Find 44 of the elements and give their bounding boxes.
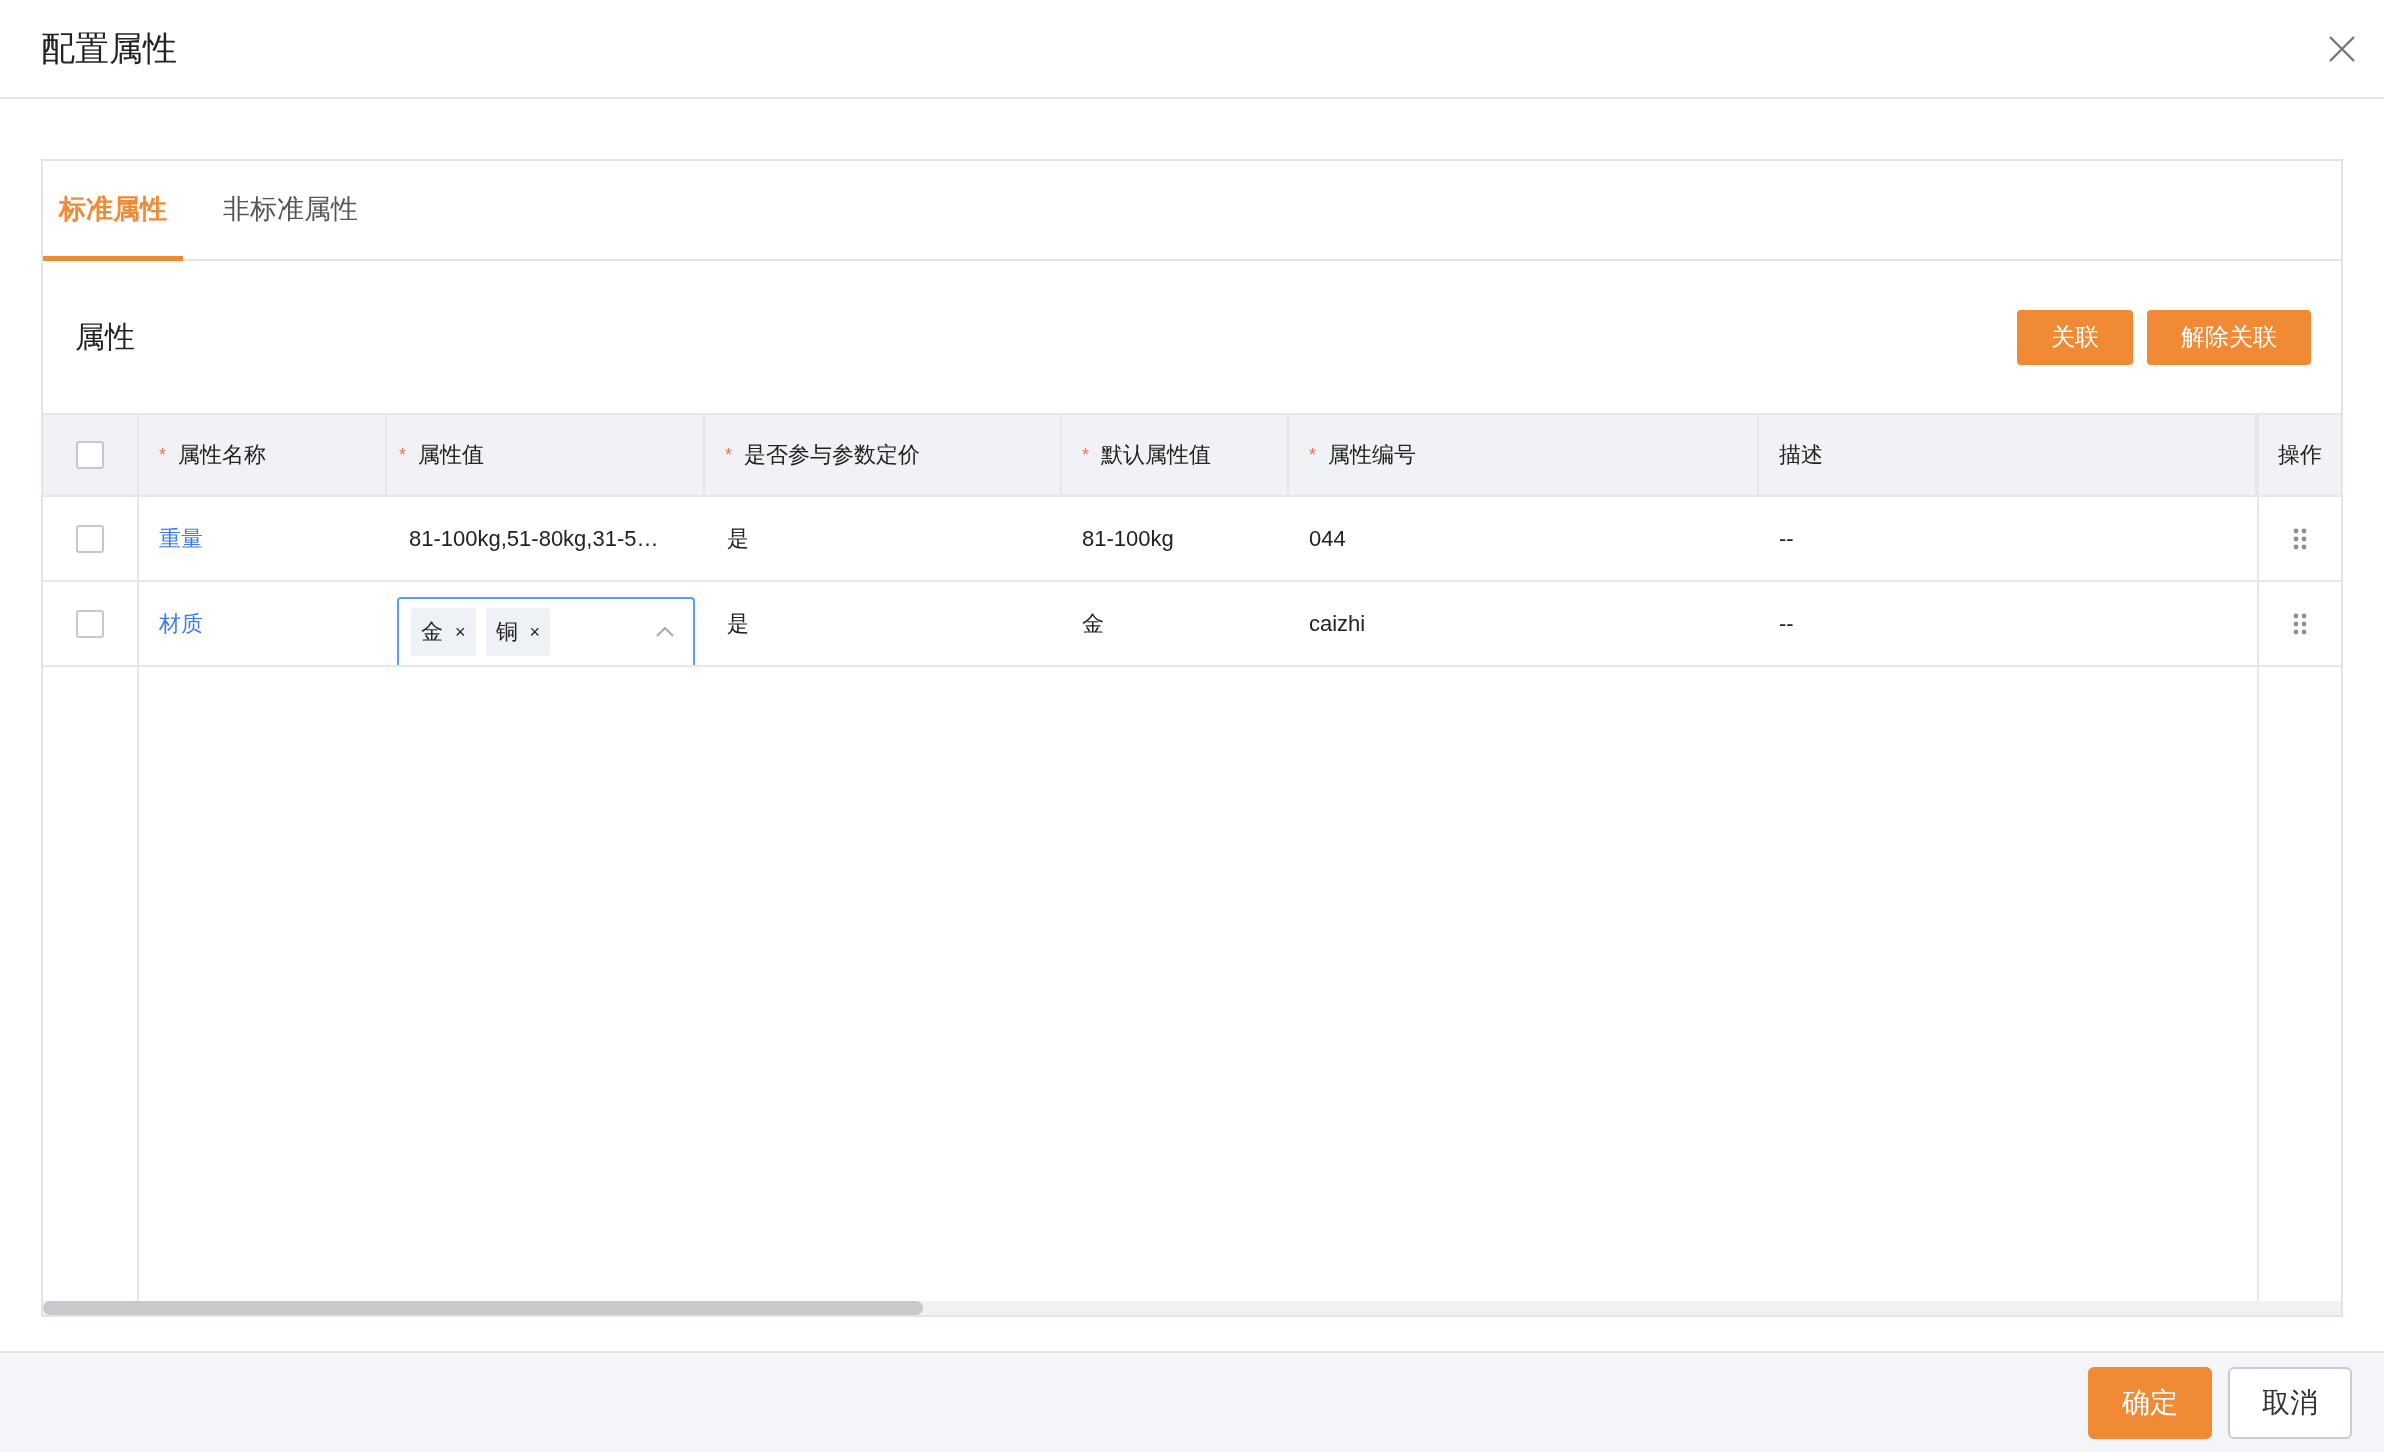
column-header: 是否参与参数定价 [744,441,920,469]
checkbox[interactable] [76,524,104,553]
table-cell-text: 81-100kg,51-80kg,31-5… [408,525,659,552]
section-title: 属性 [75,318,135,355]
column-header: 默认属性值 [1101,441,1211,469]
remove-tag-button[interactable]: × [455,621,466,643]
drag-handle-icon[interactable] [2293,527,2307,550]
column-header: 属性编号 [1328,441,1416,469]
table-cell-text: 是 [727,524,749,553]
column-header: 属性值 [418,441,484,469]
checkbox[interactable] [76,609,104,638]
required-mark: * [725,444,732,466]
column-header: 描述 [1779,441,1823,469]
table-cell: -- [1779,525,1794,552]
dialog-title: 配置属性 [41,27,177,69]
action-button[interactable]: 解除关联 [2147,309,2311,365]
table-cell: 81-100kg [1082,525,1174,552]
value-tag: 金 × [411,608,476,656]
value-tag: 铜 × [485,608,551,656]
tab[interactable]: 标准属性 [43,161,183,261]
table-cell: caizhi [1309,610,1366,637]
attribute-link[interactable]: 材质 [159,608,203,639]
column-header: 操作 [2278,441,2322,469]
checkbox[interactable] [76,441,104,469]
column-header: 属性名称 [178,441,266,469]
table-cell-text: 是 [727,609,749,638]
attribute-link[interactable]: 重量 [159,523,203,554]
required-mark: * [399,444,406,466]
table-cell: 044 [1309,525,1346,552]
close-icon[interactable] [2328,34,2356,63]
action-button[interactable]: 关联 [2017,309,2133,365]
drag-handle-icon[interactable] [2293,612,2307,635]
table-cell-text: 金 [1082,609,1104,638]
chevron-icon [655,626,675,638]
tab[interactable]: 非标准属性 [207,161,374,261]
required-mark: * [159,444,166,466]
footer-button[interactable]: 取消 [2228,1366,2352,1439]
horizontal-scrollbar[interactable] [43,1301,2341,1315]
required-mark: * [1082,444,1089,466]
multi-select-field[interactable]: 金 × 铜 × [397,597,695,665]
table-cell: -- [1779,610,1794,637]
required-mark: * [1309,444,1316,466]
footer-button[interactable]: 确定 [2088,1366,2212,1439]
remove-tag-button[interactable]: × [529,621,541,643]
